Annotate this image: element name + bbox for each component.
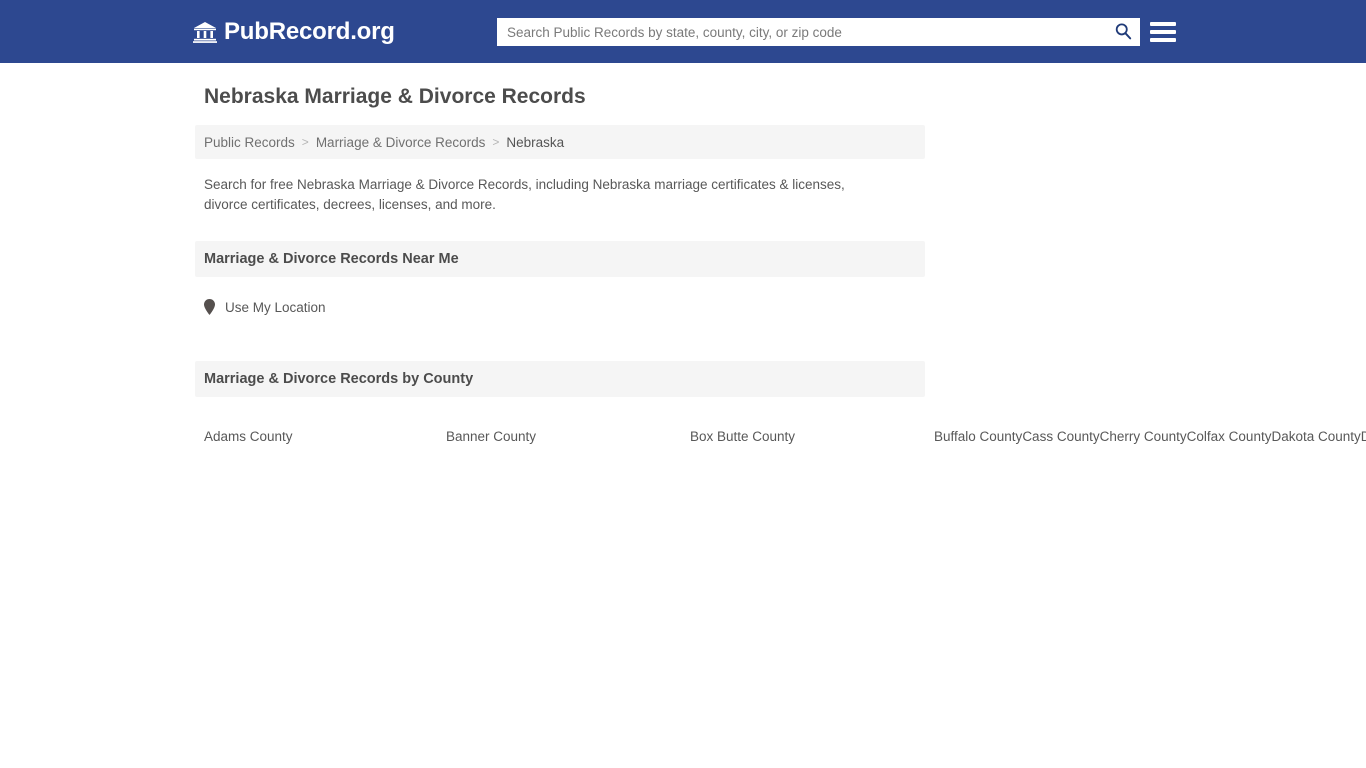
breadcrumb-item-public-records[interactable]: Public Records: [204, 135, 295, 150]
county-list: Adams County Banner County Box Butte Cou…: [195, 397, 1366, 455]
page-description: Search for free Nebraska Marriage & Divo…: [204, 177, 845, 212]
content-container: Nebraska Marriage & Divorce Records Publ…: [195, 83, 1366, 455]
page-title: Nebraska Marriage & Divorce Records: [204, 85, 586, 108]
county-link[interactable]: Deuel County: [1361, 419, 1366, 455]
site-logo[interactable]: PubRecord.org: [193, 17, 395, 45]
breadcrumb-separator-2: >: [492, 135, 500, 149]
breadcrumb: Public Records > Marriage & Divorce Reco…: [195, 125, 925, 159]
map-pin-icon: [204, 299, 215, 315]
search-input[interactable]: [497, 19, 1106, 45]
use-my-location-link[interactable]: Use My Location: [225, 300, 326, 315]
county-link[interactable]: Box Butte County: [690, 419, 934, 455]
hamburger-menu-button[interactable]: [1150, 18, 1176, 46]
county-link[interactable]: Cherry County: [1100, 419, 1187, 455]
county-link[interactable]: Banner County: [446, 419, 690, 455]
county-link[interactable]: Buffalo County: [934, 419, 1022, 455]
section-header-by-county: Marriage & Divorce Records by County: [195, 361, 925, 397]
use-my-location-row[interactable]: Use My Location: [195, 277, 925, 335]
search-icon: [1114, 22, 1132, 43]
hamburger-menu-icon-bar-2: [1150, 30, 1176, 34]
search-button[interactable]: [1106, 18, 1140, 46]
breadcrumb-item-marriage-divorce-records[interactable]: Marriage & Divorce Records: [316, 135, 486, 150]
bank-building-icon: [193, 21, 217, 43]
county-link[interactable]: Adams County: [204, 419, 446, 455]
section-header-near-me: Marriage & Divorce Records Near Me: [195, 241, 925, 277]
breadcrumb-item-nebraska: Nebraska: [506, 134, 565, 150]
site-logo-text: PubRecord.org: [224, 17, 395, 45]
hamburger-menu-icon: [1150, 22, 1176, 26]
breadcrumb-separator: >: [301, 135, 309, 149]
hamburger-menu-icon-bar-3: [1150, 38, 1176, 42]
county-link[interactable]: Dakota County: [1271, 419, 1360, 455]
page-body: Nebraska Marriage & Divorce Records Publ…: [0, 63, 1366, 455]
county-link[interactable]: Cass County: [1022, 419, 1099, 455]
search-bar: [497, 18, 1140, 46]
county-link[interactable]: Colfax County: [1187, 419, 1272, 455]
site-header: PubRecord.org: [0, 0, 1366, 63]
